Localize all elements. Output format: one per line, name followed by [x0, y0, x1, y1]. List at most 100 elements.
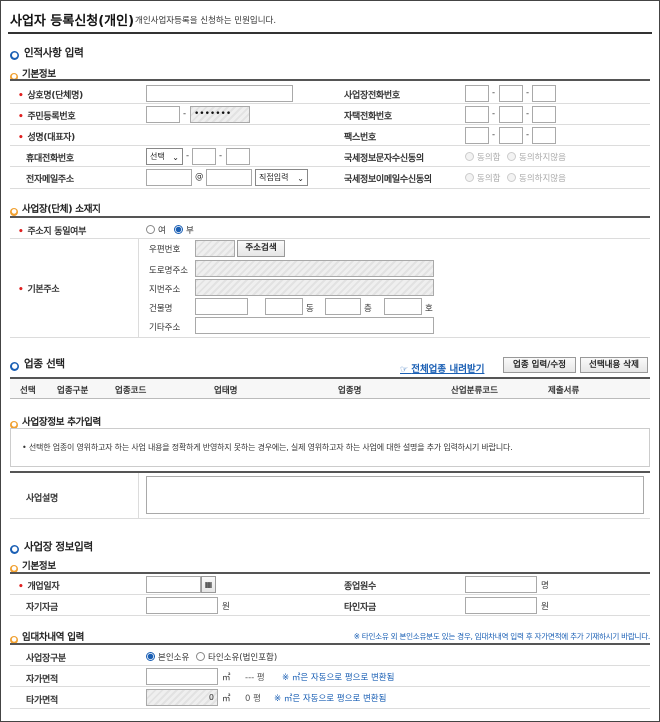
rrn-front-input[interactable]	[146, 106, 180, 123]
table-top-line	[10, 79, 650, 81]
label-ho: 호	[425, 304, 433, 314]
lot-address-input[interactable]	[195, 279, 434, 296]
col-documents: 제출서류	[548, 386, 580, 396]
page-subtitle: 개인사업자등록을 신청하는 민원입니다.	[135, 16, 277, 26]
label-name: 성명(대표자)	[18, 130, 75, 143]
own-premises-radio[interactable]: 본인소유	[146, 651, 189, 663]
own-area-pyeong: --- 평	[245, 673, 265, 683]
lease-note: ※ 타인소유 외 본인소유분도 있는 경우, 임대차내역 입력 후 자가면적에 …	[353, 632, 651, 641]
home-phone-3[interactable]	[532, 106, 556, 123]
own-capital-input[interactable]	[146, 597, 218, 614]
floor-input[interactable]	[325, 298, 361, 315]
unit-sqm: ㎡	[222, 673, 231, 683]
biz-phone-2[interactable]	[499, 85, 523, 102]
label-rrn: 주민등록번호	[18, 109, 75, 122]
table-top-line	[10, 216, 650, 218]
label-trade-name: 상호명(단체명)	[18, 88, 83, 101]
label-own-capital: 자기자금	[26, 603, 58, 613]
email-agree-radio[interactable]: 동의함	[465, 172, 500, 184]
dash: -	[526, 130, 530, 140]
dash: -	[526, 88, 530, 98]
rrn-back-input[interactable]: •••••••	[190, 106, 250, 123]
mobile-2[interactable]	[192, 148, 216, 165]
email-id-input[interactable]	[146, 169, 192, 186]
calendar-icon[interactable]: ▦	[201, 576, 216, 593]
mobile-carrier-select[interactable]: 선택 ⌄	[146, 148, 183, 165]
label-sms-consent: 국세정보문자수신동의	[344, 154, 424, 164]
open-date-input[interactable]	[146, 576, 201, 593]
trade-name-input[interactable]	[146, 85, 293, 102]
address-search-button[interactable]: 주소검색	[237, 240, 285, 257]
fax-2[interactable]	[499, 127, 523, 144]
home-phone-2[interactable]	[499, 106, 523, 123]
unit-won: 원	[541, 602, 549, 612]
mobile-3[interactable]	[226, 148, 250, 165]
label-email: 전자메일주소	[26, 175, 74, 185]
other-premises-radio[interactable]: 타인소유(법인포함)	[196, 651, 277, 663]
fax-3[interactable]	[532, 127, 556, 144]
home-phone-1[interactable]	[465, 106, 489, 123]
label-same-addr: 주소지 동일여부	[18, 224, 86, 237]
col-type: 업종구분	[57, 386, 89, 396]
download-icon: ☞	[400, 365, 412, 375]
label-home-phone: 자택전화번호	[344, 112, 392, 122]
section-bullet-icon: ●	[10, 545, 19, 554]
sub-bullet-icon: ●	[10, 208, 18, 216]
biz-phone-1[interactable]	[465, 85, 489, 102]
dash: -	[492, 130, 496, 140]
own-area-input[interactable]	[146, 668, 218, 685]
postcode-input[interactable]	[195, 240, 235, 257]
other-area-input[interactable]: 0	[146, 689, 218, 706]
dash: -	[186, 151, 190, 161]
section-bullet-icon: ●	[10, 51, 19, 60]
sub-lease-info: ● 임대차내역 입력	[10, 632, 85, 644]
label-biz-desc: 사업설명	[26, 494, 58, 504]
ho-input[interactable]	[384, 298, 422, 315]
unit-won: 원	[222, 602, 230, 612]
road-address-input[interactable]	[195, 260, 434, 277]
biz-phone-3[interactable]	[532, 85, 556, 102]
divider	[138, 239, 139, 337]
table-top-line	[10, 572, 650, 574]
sub-extra-info: ● 사업장정보 추가입력	[10, 417, 101, 429]
divider	[138, 473, 139, 518]
col-business-type: 업태명	[214, 386, 238, 396]
same-addr-yes-radio[interactable]: 여	[146, 224, 166, 236]
industry-edit-button[interactable]: 업종 입력/수정	[503, 357, 576, 373]
unit-people: 명	[541, 581, 549, 591]
label-dong: 동	[306, 304, 314, 314]
email-domain-input[interactable]	[206, 169, 252, 186]
sms-disagree-radio[interactable]: 동의하지않음	[507, 151, 566, 163]
download-all-industries-link[interactable]: ☞ 전체업종 내려받기	[400, 361, 484, 375]
dash: -	[219, 151, 223, 161]
label-other-area: 타가면적	[26, 696, 58, 706]
label-other-addr: 기타주소	[149, 323, 181, 333]
employees-input[interactable]	[465, 576, 537, 593]
dash: -	[183, 109, 187, 119]
email-domain-select[interactable]: 직접입력 ⌄	[255, 169, 308, 186]
sms-agree-radio[interactable]: 동의함	[465, 151, 500, 163]
label-employees: 종업원수	[344, 582, 376, 592]
dong-input[interactable]	[265, 298, 303, 315]
col-select: 선택	[20, 386, 36, 396]
label-floor: 층	[364, 304, 372, 314]
biz-description-textarea[interactable]	[146, 476, 644, 514]
fax-1[interactable]	[465, 127, 489, 144]
unit-sqm: ㎡	[222, 694, 231, 704]
other-capital-input[interactable]	[465, 597, 537, 614]
title-divider	[8, 32, 652, 34]
building-input[interactable]	[195, 298, 248, 315]
col-industry-name: 업종명	[338, 386, 362, 396]
label-fax: 팩스번호	[344, 133, 376, 143]
section-industry: ● 업종 선택	[10, 358, 65, 371]
auto-convert-note: ※ ㎡은 자동으로 평으로 변환됨	[274, 694, 387, 704]
chevron-down-icon: ⌄	[172, 153, 179, 162]
other-address-input[interactable]	[195, 317, 434, 334]
email-disagree-radio[interactable]: 동의하지않음	[507, 172, 566, 184]
label-premises-type: 사업장구분	[26, 654, 66, 664]
same-addr-no-radio[interactable]: 부	[174, 224, 194, 236]
page-title: 사업자 등록신청(개인)	[10, 14, 135, 29]
dash: -	[492, 88, 496, 98]
delete-selection-button[interactable]: 선택내용 삭제	[580, 357, 648, 373]
section-personal-info: ● 인적사항 입력	[10, 47, 84, 60]
